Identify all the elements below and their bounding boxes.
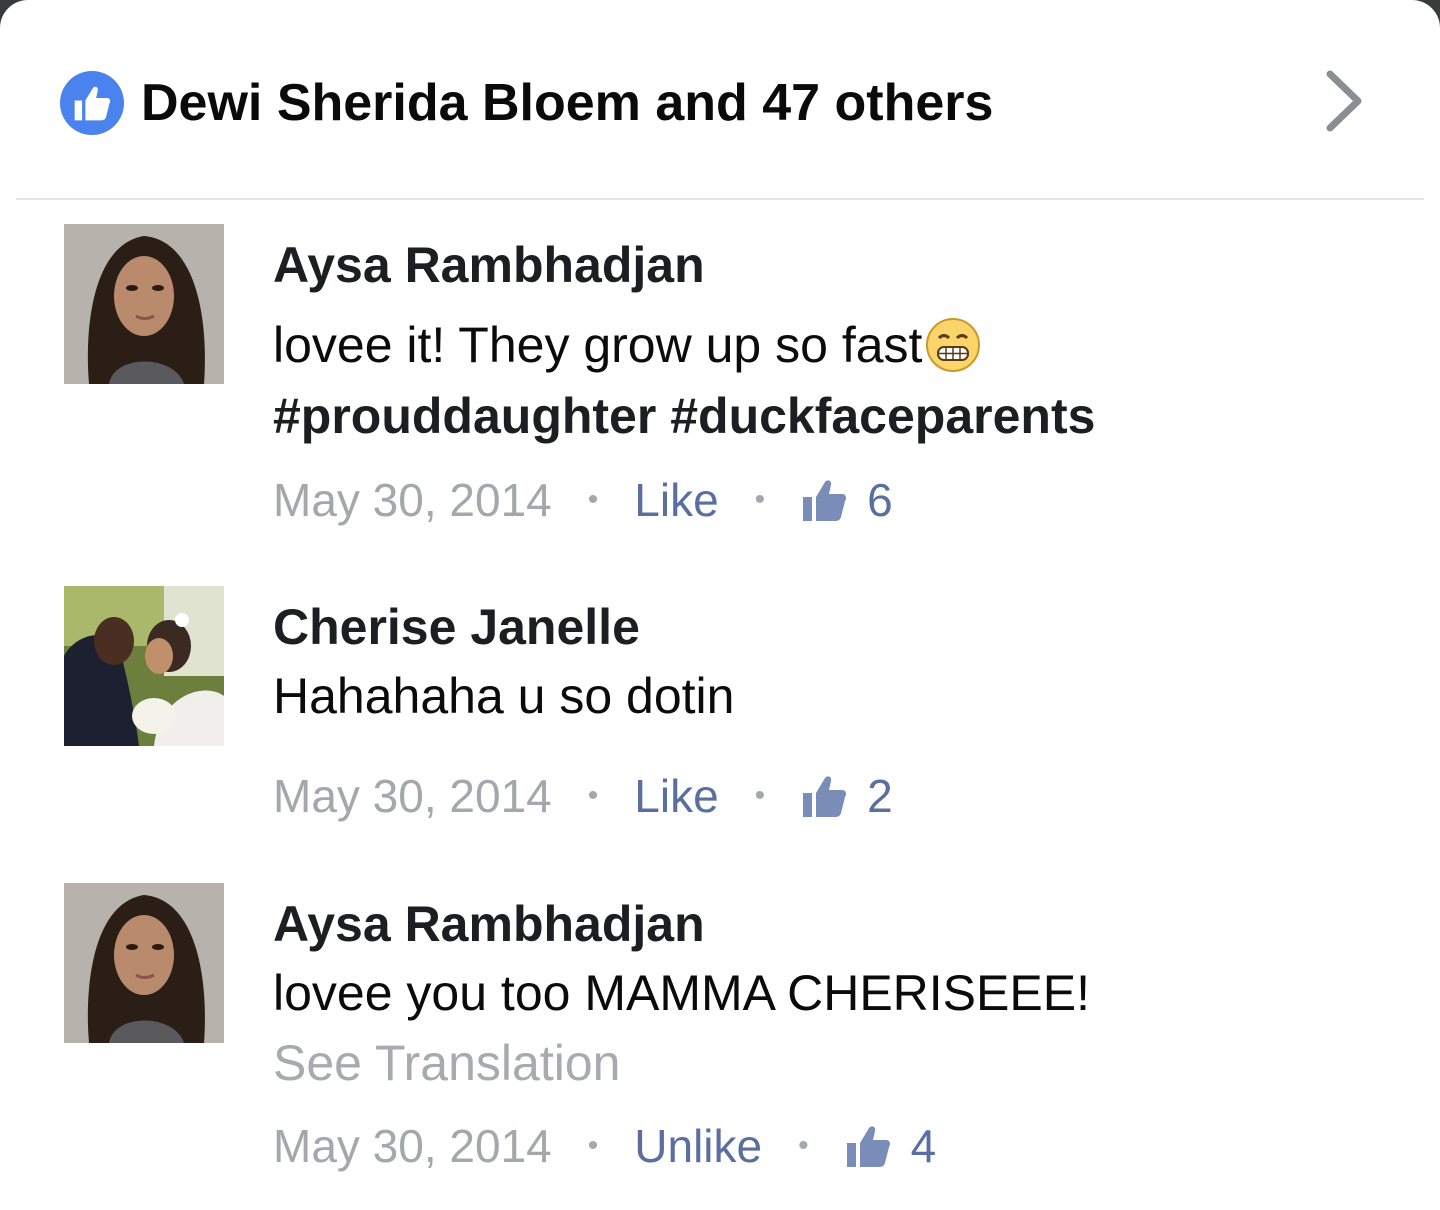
thumbs-up-icon — [801, 477, 847, 523]
comment-text-line: lovee it! They grow up so fast — [273, 317, 923, 373]
comment-meta: May 30, 2014 • Unlike • 4 — [273, 1116, 936, 1176]
separator-dot: • — [798, 1129, 809, 1162]
like-button[interactable]: Like — [634, 470, 718, 530]
comment-hashtags[interactable]: #prouddaughter #duckfaceparents — [273, 381, 1095, 451]
likes-summary-text[interactable]: Dewi Sherida Bloem and 47 others — [141, 72, 993, 134]
thumbs-up-icon — [801, 773, 847, 819]
separator-dot: • — [587, 483, 599, 516]
comment-date[interactable]: May 30, 2014 — [273, 1116, 552, 1176]
thumbs-up-icon — [845, 1123, 891, 1169]
comment-date[interactable]: May 30, 2014 — [273, 470, 552, 530]
separator-dot: • — [587, 779, 599, 812]
comment-text: Hahahaha u so dotin — [273, 668, 735, 724]
comment-meta: May 30, 2014 • Like • 2 — [273, 766, 893, 826]
header-divider — [16, 198, 1424, 200]
comment-author[interactable]: Aysa Rambhadjan — [273, 894, 705, 954]
unlike-button[interactable]: Unlike — [634, 1116, 762, 1176]
comment-author[interactable]: Cherise Janelle — [273, 597, 640, 657]
comment-meta: May 30, 2014 • Like • 6 — [273, 470, 893, 530]
like-badge — [60, 71, 124, 135]
likes-summary-row[interactable]: Dewi Sherida Bloem and 47 others — [0, 0, 1440, 200]
avatar[interactable] — [64, 586, 224, 746]
avatar[interactable] — [64, 883, 224, 1043]
like-count[interactable]: 6 — [867, 470, 893, 530]
comment-date[interactable]: May 30, 2014 — [273, 766, 552, 826]
separator-dot: • — [587, 1129, 599, 1162]
separator-dot: • — [754, 483, 766, 516]
comment-author[interactable]: Aysa Rambhadjan — [273, 235, 705, 295]
grinning-face-icon — [926, 318, 981, 372]
separator-dot: • — [754, 779, 766, 812]
comment-text: lovee it! They grow up so fast — [273, 310, 982, 380]
see-translation-link[interactable]: See Translation — [273, 1033, 620, 1093]
comment-text: lovee you too MAMMA CHERISEEE! — [273, 965, 1090, 1021]
like-button[interactable]: Like — [634, 766, 718, 826]
chevron-right-icon[interactable] — [1318, 66, 1370, 136]
like-count[interactable]: 2 — [867, 766, 893, 826]
comments-panel: Dewi Sherida Bloem and 47 others Aysa Ra… — [0, 0, 1440, 1210]
like-count[interactable]: 4 — [911, 1116, 937, 1176]
avatar[interactable] — [64, 224, 224, 384]
thumbs-up-icon — [73, 84, 111, 122]
